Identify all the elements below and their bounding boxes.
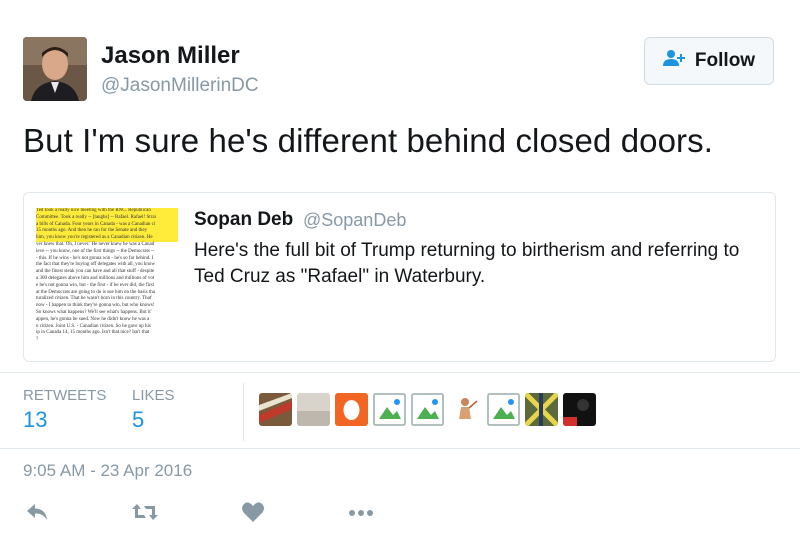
quoted-image-text-line: 15 months ago. And then he ran for the S… — [36, 228, 178, 236]
reply-button[interactable] — [23, 502, 51, 526]
stats-separator — [243, 383, 244, 441]
quoted-author-name: Sopan Deb — [194, 209, 294, 230]
author-name[interactable]: Jason Miller — [101, 42, 240, 70]
liker-avatar-5[interactable] — [411, 393, 444, 426]
quoted-image-text-line: ver knew that. Oh, I never.' He never kn… — [36, 241, 155, 247]
reply-icon — [25, 502, 49, 527]
liker-avatar-3[interactable] — [335, 393, 368, 426]
quoted-image-text-line: him, you know you're registered as a Can… — [36, 235, 178, 242]
more-button[interactable] — [347, 502, 375, 526]
liker-avatar-9[interactable] — [563, 393, 596, 426]
divider — [0, 448, 800, 449]
quoted-author[interactable]: Sopan Deb — [194, 209, 293, 231]
liker-avatar-4[interactable] — [373, 393, 406, 426]
liker-avatar-7[interactable] — [487, 393, 520, 426]
quoted-image-text-line: a 300 delegates above him and millions a… — [36, 275, 155, 281]
likes-label[interactable]: LIKES — [132, 387, 175, 404]
follow-label: Follow — [694, 50, 756, 71]
quoted-image-text-line: Ted took a really nice meeting with the … — [36, 208, 178, 215]
quoted-image-text-line: - this. If he wins - he's not gonna win … — [36, 255, 154, 261]
quoted-image-text-line: a bills of Canada. Four years in Canada … — [36, 221, 178, 229]
author-avatar[interactable] — [23, 37, 87, 101]
quoted-image-text-line: Committee. Took a really -- [laughs] -- … — [36, 214, 178, 222]
tweet-timestamp[interactable]: 9:05 AM - 23 Apr 2016 — [23, 461, 192, 481]
quoted-image-text-line: at the Democrats are going to do is sue … — [36, 289, 156, 295]
quoted-image-text-line: appen, he's gonna be sued. Now he didn't… — [36, 316, 150, 322]
retweets-count[interactable]: 13 — [23, 407, 47, 433]
retweet-icon — [131, 502, 159, 527]
quoted-image-text-line: e he's not gonna win, but - the first - … — [36, 282, 154, 288]
like-button[interactable] — [239, 501, 267, 528]
quoted-image-text-line: turalized citizen. That he wasn't born i… — [36, 296, 153, 302]
liker-avatar-6[interactable] — [449, 393, 482, 426]
like-icon — [241, 501, 265, 528]
liker-avatar-1[interactable] — [259, 393, 292, 426]
retweet-button[interactable] — [131, 502, 159, 526]
quoted-image-text-line: ip in Canada 14, 15 months ago. Isn't th… — [36, 330, 150, 336]
likers-list — [259, 393, 596, 426]
quoted-image-text-line: ieve -- you know, one of the first thing… — [36, 248, 155, 254]
retweets-label[interactable]: RETWEETS — [23, 387, 106, 404]
add-user-icon — [662, 49, 687, 73]
quoted-image-text-line: n citizen. Joint U.S. - Canadian citizen… — [36, 323, 151, 329]
liker-avatar-2[interactable] — [297, 393, 330, 426]
divider — [0, 372, 800, 373]
quoted-tweet-text: Here's the full bit of Trump returning t… — [194, 240, 740, 287]
quoted-image-text-line: ? — [36, 337, 39, 343]
quoted-image-text-line: and the finest steak you can have and al… — [36, 269, 155, 275]
liker-avatar-8[interactable] — [525, 393, 558, 426]
author-handle[interactable]: @JasonMillerinDC — [101, 75, 259, 97]
tweet-text: But I'm sure he's different behind close… — [23, 122, 714, 159]
follow-button[interactable]: Follow — [644, 37, 774, 85]
quoted-tweet-image[interactable]: Ted took a really nice meeting with the … — [36, 208, 178, 344]
quoted-author-handle[interactable]: @SopanDeb — [303, 210, 406, 231]
likes-count[interactable]: 5 — [132, 407, 144, 433]
quoted-image-text-line: now - I happen to think they're gonna wi… — [36, 303, 155, 309]
quoted-image-text-line: So knows what happens? We'll see what's … — [36, 309, 152, 315]
quoted-image-text-line: the fact that they're buying off delegat… — [36, 262, 155, 268]
more-icon — [347, 505, 375, 523]
